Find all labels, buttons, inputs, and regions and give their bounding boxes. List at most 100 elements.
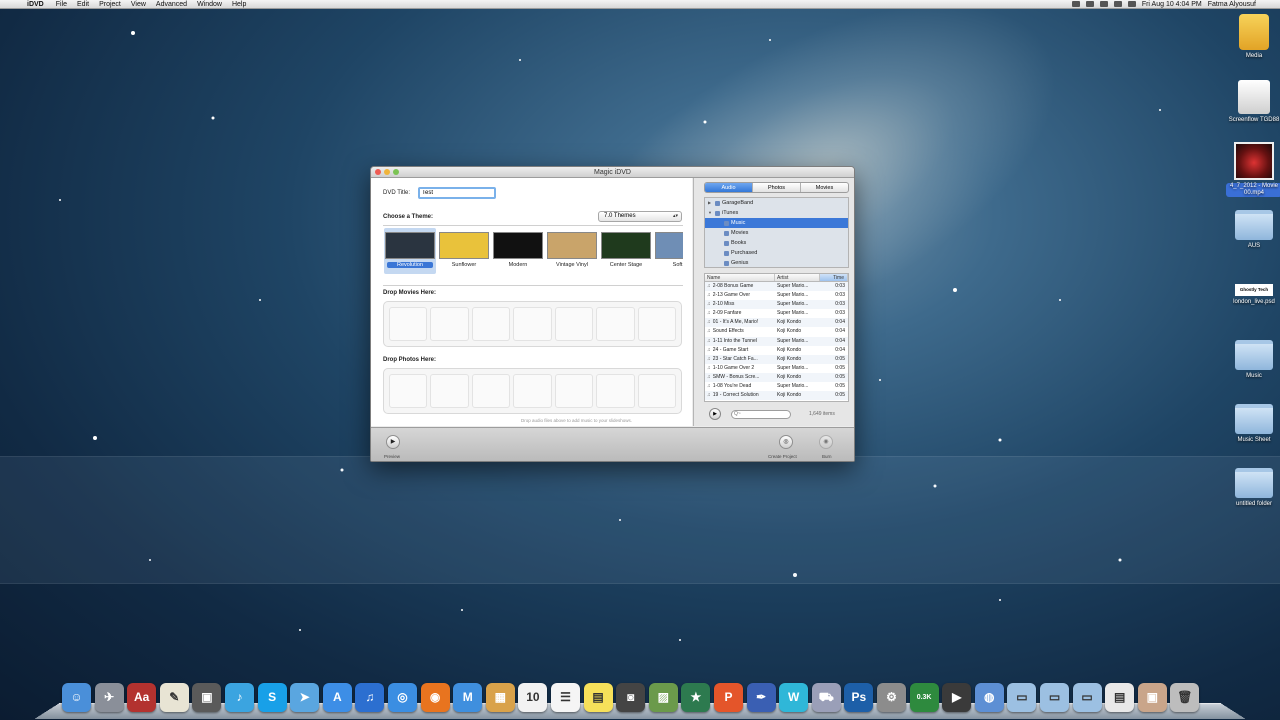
track-row[interactable]: ♫ 2-10 Miss Super Mario... 0:03 (705, 300, 848, 310)
menu-view[interactable]: View (126, 1, 151, 8)
system-preferences-icon[interactable]: ⚙ (877, 683, 906, 712)
dreamweaver-icon[interactable]: W (779, 683, 809, 712)
zoom-window-icon[interactable] (393, 169, 399, 175)
disclosure-triangle-icon[interactable]: ▶ (708, 198, 713, 208)
close-window-icon[interactable] (375, 169, 381, 175)
track-row[interactable]: ♫ SMW - Bonus Scre... Koji Kondo 0:05 (705, 372, 848, 383)
tab-photos[interactable]: Photos (753, 183, 801, 192)
stickies-icon[interactable]: ▤ (583, 683, 613, 712)
itunes-icon[interactable]: ♫ (355, 683, 385, 712)
downloads-folder-icon[interactable]: ▭ (1072, 683, 1102, 712)
burn-button[interactable]: ◉ (819, 435, 833, 449)
search-input[interactable]: Q~ (731, 410, 791, 419)
desktop-icon-london-live-psd[interactable]: Ghostly Tech london_live.psd (1226, 284, 1280, 306)
twitter-icon[interactable]: ♪ (225, 683, 254, 712)
iphoto-icon[interactable]: ▨ (648, 683, 678, 712)
track-row[interactable]: ♫ 19 - Correct Solution Koji Kondo 0:05 (705, 391, 848, 401)
menu-project[interactable]: Project (94, 1, 126, 8)
track-row[interactable]: ♫ 2-13 Game Over Super Mario... 0:03 (705, 291, 848, 300)
source-item-garageband[interactable]: ▶ GarageBand (705, 198, 848, 208)
dictionary-icon[interactable]: Aa (127, 683, 157, 712)
documents-folder-icon[interactable]: ▭ (1040, 683, 1069, 712)
source-item-itunes[interactable]: ▼ iTunes (705, 208, 848, 218)
minimize-window-icon[interactable] (384, 169, 390, 175)
firefox-icon[interactable]: ◉ (420, 683, 450, 712)
source-item-music[interactable]: Music (705, 218, 848, 228)
column-artist-header[interactable]: Artist (775, 274, 820, 281)
desktop-icon-music-sheet[interactable]: Music Sheet (1226, 404, 1280, 444)
app-store-icon[interactable]: A (322, 683, 352, 712)
photo-stack-icon[interactable]: ▣ (1137, 683, 1167, 712)
drop-movies-zone[interactable] (383, 301, 682, 347)
theme-soft-f[interactable]: Soft F (654, 232, 683, 272)
track-row[interactable]: ♫ 1-08 You're Dead Super Mario... 0:05 (705, 382, 848, 391)
cursor-icon[interactable]: ➤ (290, 683, 320, 712)
menu-edit[interactable]: Edit (72, 1, 94, 8)
desktop-icon-aus[interactable]: AUS (1226, 210, 1280, 250)
menu-help[interactable]: Help (227, 1, 251, 8)
desktop-icon-music[interactable]: Music (1226, 340, 1280, 380)
tab-movies[interactable]: Movies (801, 183, 848, 192)
safari-icon[interactable]: ◎ (388, 683, 417, 712)
menu-window[interactable]: Window (192, 1, 227, 8)
create-project-button[interactable]: ◎ (779, 435, 793, 449)
source-item-purchased[interactable]: Purchased (705, 248, 848, 258)
track-row[interactable]: ♫ 1-11 Into the Tunnel Super Mario... 0:04 (705, 336, 848, 346)
menu-advanced[interactable]: Advanced (151, 1, 192, 8)
finder-icon[interactable]: ☺ (62, 683, 91, 712)
track-row[interactable]: ♫ 24 - Game Start Koji Kondo 0:04 (705, 346, 848, 355)
track-row[interactable]: ♫ Sound Effects Koji Kondo 0:04 (705, 327, 848, 336)
desktop-icon-4-7-2012-movie-00-mp4[interactable]: 4_7_2012 - Movie 00.mp4 (1226, 142, 1280, 197)
pages-icon[interactable]: P (714, 683, 743, 712)
menu-file[interactable]: File (51, 1, 72, 8)
theme-sunflower[interactable]: Sunflower (438, 232, 490, 272)
theme-vintage-vinyl[interactable]: Vintage Vinyl (546, 232, 598, 272)
launchpad-icon[interactable]: ✈ (94, 683, 124, 712)
tab-audio[interactable]: Audio (705, 183, 753, 192)
skype-icon[interactable]: S (257, 683, 287, 712)
dvd-title-input[interactable] (418, 187, 496, 199)
desktop-icon-media[interactable]: Media (1226, 14, 1280, 60)
track-row[interactable]: ♫ 2-08 Bonus Game Super Mario... 0:03 (705, 282, 848, 292)
wifi-icon[interactable] (1113, 1, 1122, 7)
menu-clock[interactable]: Fri Aug 10 4:04 PM (1142, 1, 1202, 8)
play-preview-button[interactable]: ▶ (709, 408, 721, 420)
mail-icon[interactable]: M (453, 683, 483, 712)
truck-icon[interactable]: ⛟ (811, 683, 841, 712)
source-item-books[interactable]: Books (705, 238, 848, 248)
document-stack-icon[interactable]: ▤ (1105, 683, 1135, 712)
photo-booth-icon[interactable]: ◙ (616, 683, 646, 712)
pen-icon[interactable]: ✒ (746, 683, 776, 712)
clapper-icon[interactable]: ▶ (942, 683, 972, 712)
track-row[interactable]: ♫ 1-10 Game Over 2 Super Mario... 0:05 (705, 364, 848, 373)
theme-family-select[interactable]: 7.0 Themes ▴▾ (598, 211, 682, 222)
desktop-icon-untitled-folder[interactable]: untitled folder (1226, 468, 1280, 508)
track-row[interactable]: ♫ 23 - Star Catch Fa... Koji Kondo 0:05 (705, 354, 848, 364)
hub-icon[interactable]: ▣ (192, 683, 222, 712)
status-icon[interactable] (1085, 1, 1094, 7)
star-icon[interactable]: ★ (681, 683, 711, 712)
desktop-icon-screenflow-tgd88[interactable]: Screenflow TGD88 (1226, 80, 1280, 124)
reminders-icon[interactable]: ☰ (551, 683, 580, 712)
volume-icon[interactable] (1127, 1, 1136, 7)
menu-user-name[interactable]: Fatma Alyousuf (1208, 1, 1256, 8)
calendar-icon[interactable]: 10 (518, 683, 548, 712)
source-item-movies[interactable]: Movies (705, 228, 848, 238)
dvd-icon[interactable]: ◍ (974, 683, 1004, 712)
applications-folder-icon[interactable]: ▭ (1007, 683, 1037, 712)
status-icon[interactable] (1099, 1, 1108, 7)
column-name-header[interactable]: Name (705, 274, 775, 281)
photoshop-icon[interactable]: Ps (844, 683, 874, 712)
theme-revolution[interactable]: Revolution (384, 228, 436, 274)
theme-center-stage[interactable]: Center Stage (600, 232, 652, 272)
textedit-icon[interactable]: ✎ (159, 683, 189, 712)
track-row[interactable]: ♫Sound EffectsKoji Kondo0:05 (705, 400, 848, 401)
drop-photos-zone[interactable] (383, 368, 682, 414)
trash-icon[interactable]: 🗑 (1170, 683, 1200, 712)
source-item-genius[interactable]: Genius (705, 258, 848, 268)
theme-modern[interactable]: Modern (492, 232, 544, 272)
track-row[interactable]: ♫ 2-09 Fanfare Super Mario... 0:03 (705, 309, 848, 318)
network-monitor-icon[interactable]: 0.3K (909, 683, 939, 712)
preview-button[interactable]: ▶ (386, 435, 400, 449)
window-titlebar[interactable]: Magic iDVD (371, 167, 854, 178)
